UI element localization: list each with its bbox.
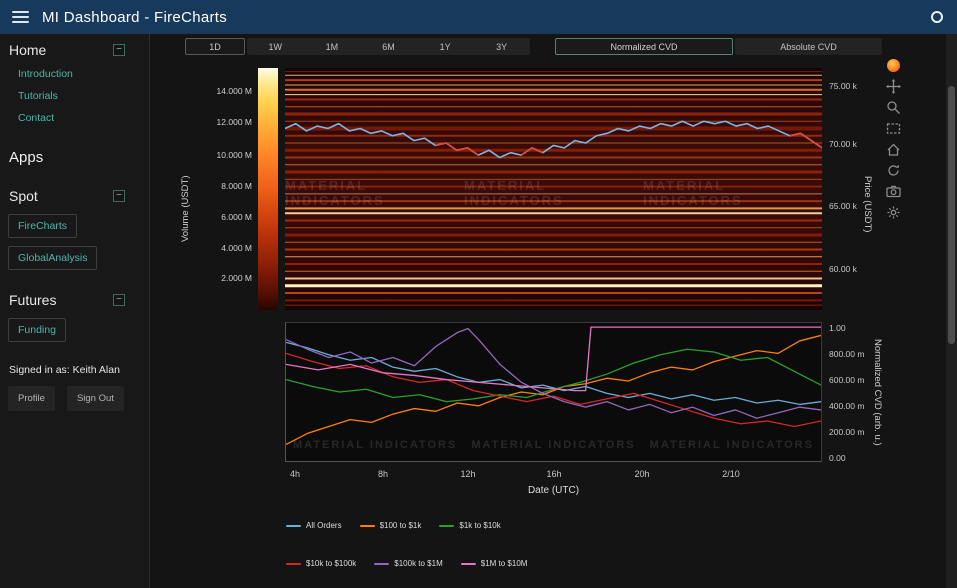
price-tick: 60.00 k <box>829 264 857 274</box>
colorbar-tick: 4.000 M <box>190 243 252 253</box>
legend-item-10k-100k[interactable]: $10k to $100k <box>286 559 356 568</box>
chart-modebar <box>886 58 901 220</box>
sidebar-item-introduction[interactable]: Introduction <box>0 63 149 85</box>
signout-button[interactable]: Sign Out <box>67 386 124 411</box>
app-window: MI Dashboard - FireCharts Home − Introdu… <box>0 0 957 588</box>
legend-item-100-1k[interactable]: $100 to $1k <box>360 521 422 530</box>
futures-label: Futures <box>9 292 56 308</box>
zoom-icon[interactable] <box>886 100 901 115</box>
legend-label: $10k to $100k <box>306 559 356 568</box>
colorbar-tick: 6.000 M <box>190 212 252 222</box>
colorbar-tick: 12.000 M <box>190 117 252 127</box>
legend-swatch <box>461 563 476 565</box>
topbar: MI Dashboard - FireCharts <box>0 0 957 34</box>
range-button-group: 1W 1M 6M 1Y 3Y <box>247 38 530 55</box>
colorbar-tick: 2.000 M <box>190 273 252 283</box>
sidebar-section-apps: Apps <box>0 149 149 166</box>
legend-label: $100k to $1M <box>394 559 442 568</box>
sidebar-item-firecharts[interactable]: FireCharts <box>8 214 77 238</box>
x-tick: 12h <box>460 469 475 479</box>
cvd-tick: 1.00 <box>829 323 846 333</box>
firechart-heatmap-plot[interactable]: MATERIAL INDICATORS MATERIAL INDICATORS … <box>285 68 822 310</box>
pan-icon[interactable] <box>886 79 901 94</box>
range-button-1m[interactable]: 1M <box>304 38 361 55</box>
legend-label: All Orders <box>306 521 342 530</box>
legend-item-1m-10m[interactable]: $1M to $10M <box>461 559 528 568</box>
profile-button[interactable]: Profile <box>8 386 55 411</box>
box-select-icon[interactable] <box>886 121 901 136</box>
home-icon[interactable] <box>886 142 901 157</box>
legend-swatch <box>286 525 301 527</box>
normalized-cvd-button[interactable]: Normalized CVD <box>555 38 733 55</box>
legend-label: $100 to $1k <box>380 521 422 530</box>
scrollbar-thumb[interactable] <box>948 86 955 344</box>
cvd-tick: 400.00 m <box>829 401 864 411</box>
loading-circle-icon[interactable] <box>931 11 943 23</box>
legend-swatch <box>439 525 454 527</box>
collapse-home-button[interactable]: − <box>113 44 125 56</box>
menu-icon[interactable] <box>12 11 29 23</box>
price-axis-title: Price (USDT) <box>862 124 873 284</box>
x-tick: 16h <box>546 469 561 479</box>
colorbar-tick: 10.000 M <box>190 150 252 160</box>
sidebar-section-home: Home − <box>0 42 149 58</box>
x-tick: 20h <box>634 469 649 479</box>
cvd-tick: 0.00 <box>829 453 846 463</box>
plotly-logo-icon[interactable] <box>886 58 901 73</box>
absolute-cvd-button[interactable]: Absolute CVD <box>735 38 882 55</box>
legend-label: $1M to $10M <box>481 559 528 568</box>
home-label: Home <box>9 42 46 58</box>
collapse-spot-button[interactable]: − <box>113 190 125 202</box>
sidebar-section-spot: Spot − <box>0 188 149 204</box>
vertical-scrollbar[interactable] <box>946 34 957 588</box>
normalized-cvd-plot[interactable]: MATERIAL INDICATORS MATERIAL INDICATORS … <box>285 322 822 462</box>
x-tick: 2/10 <box>722 469 740 479</box>
x-tick: 4h <box>290 469 300 479</box>
colorbar-tick: 14.000 M <box>190 86 252 96</box>
range-button-1y[interactable]: 1Y <box>417 38 474 55</box>
price-tick: 65.00 k <box>829 201 857 211</box>
range-button-3y[interactable]: 3Y <box>473 38 530 55</box>
range-button-1w[interactable]: 1W <box>247 38 304 55</box>
app-title: MI Dashboard - FireCharts <box>42 9 227 26</box>
range-button-6m[interactable]: 6M <box>360 38 417 55</box>
legend-row-2: $10k to $100k $100k to $1M $1M to $10M <box>286 559 527 568</box>
x-tick: 8h <box>378 469 388 479</box>
sidebar-item-tutorials[interactable]: Tutorials <box>0 85 149 107</box>
settings-gear-icon[interactable] <box>886 205 901 220</box>
refresh-icon[interactable] <box>886 163 901 178</box>
x-axis-title: Date (UTC) <box>285 485 822 496</box>
legend-label: $1k to $10k <box>459 521 500 530</box>
spot-label: Spot <box>9 188 38 204</box>
cvd-axis-title: Normalized CVD (arb. u.) <box>872 314 883 470</box>
legend-item-1k-10k[interactable]: $1k to $10k <box>439 521 500 530</box>
signed-in-text: Signed in as: Keith Alan <box>0 364 149 376</box>
cvd-tick: 800.00 m <box>829 349 864 359</box>
price-tick: 70.00 k <box>829 139 857 149</box>
main-content: 1D 1W 1M 6M 1Y 3Y Normalized CVD Absolut… <box>150 34 946 588</box>
legend-row-1: All Orders $100 to $1k $1k to $10k <box>286 521 501 530</box>
cvd-tick: 600.00 m <box>829 375 864 385</box>
range-button-1d[interactable]: 1D <box>185 38 245 55</box>
legend-swatch <box>360 525 375 527</box>
price-tick: 75.00 k <box>829 81 857 91</box>
volume-colorbar <box>258 68 278 310</box>
legend-item-100k-1m[interactable]: $100k to $1M <box>374 559 442 568</box>
camera-icon[interactable] <box>886 184 901 199</box>
colorbar-tick: 8.000 M <box>190 181 252 191</box>
sidebar: Home − Introduction Tutorials Contact Ap… <box>0 34 150 588</box>
sidebar-item-contact[interactable]: Contact <box>0 107 149 129</box>
collapse-futures-button[interactable]: − <box>113 294 125 306</box>
sidebar-item-funding[interactable]: Funding <box>8 318 66 342</box>
legend-item-all-orders[interactable]: All Orders <box>286 521 342 530</box>
sidebar-item-globalanalysis[interactable]: GlobalAnalysis <box>8 246 97 270</box>
sidebar-section-futures: Futures − <box>0 292 149 308</box>
cvd-tick: 200.00 m <box>829 427 864 437</box>
legend-swatch <box>374 563 389 565</box>
legend-swatch <box>286 563 301 565</box>
